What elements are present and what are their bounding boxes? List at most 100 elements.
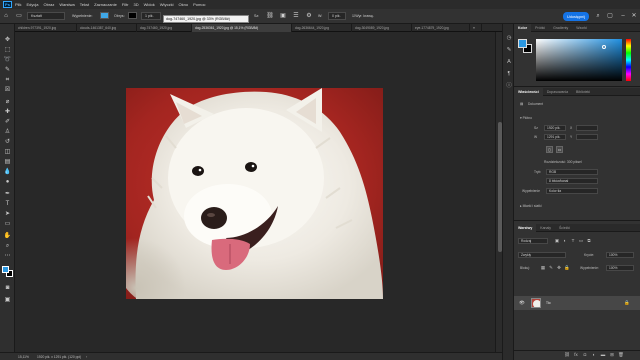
pixel-filter-icon[interactable]: ▣: [554, 238, 560, 244]
quick-mask-icon[interactable]: ◙: [3, 284, 12, 292]
tab-document[interactable]: dog-747460_1920.jpg: [137, 24, 192, 32]
shape-tool-icon[interactable]: ▭: [15, 12, 23, 20]
smart-filter-icon[interactable]: ⧉: [586, 238, 592, 244]
zoom-tool-icon[interactable]: ⌕: [3, 242, 12, 250]
canvas-x-field[interactable]: [576, 125, 598, 131]
color-mode-select[interactable]: RGB: [546, 169, 598, 175]
quick-select-icon[interactable]: ✎: [3, 66, 12, 74]
tab-document[interactable]: clouds-1461387_640.jpg: [77, 24, 137, 32]
gear-icon[interactable]: ⚙: [305, 12, 313, 20]
scrollbar-thumb[interactable]: [497, 122, 502, 252]
tab-document[interactable]: eye-1774879_1920.jpg: [412, 24, 470, 32]
tab-libraries[interactable]: Biblioteki: [572, 88, 594, 96]
layer-kind-filter[interactable]: Rodzaj: [518, 238, 548, 244]
gradient-tool-icon[interactable]: ▤: [3, 158, 12, 166]
menu-select[interactable]: Zaznaczanie: [94, 2, 117, 7]
foreground-color-swatch[interactable]: [2, 266, 9, 273]
paragraph-panel-icon[interactable]: ¶: [505, 70, 513, 78]
artboard-tool-icon[interactable]: ⬚: [3, 46, 12, 54]
eraser-icon[interactable]: ◫: [3, 148, 12, 156]
blur-tool-icon[interactable]: 💧: [3, 168, 12, 176]
hue-slider[interactable]: [626, 39, 631, 81]
tab-document[interactable]: dog-2636644_1920.jpg: [292, 24, 352, 32]
path-ops-icon[interactable]: ▣: [279, 12, 287, 20]
tab-swatches[interactable]: Próbki: [531, 24, 549, 32]
menu-window[interactable]: Okno: [179, 2, 189, 7]
eyedropper-icon[interactable]: ⌀: [3, 98, 12, 106]
tab-active-document[interactable]: dog-2536361_1920.jpg @ 15,1% (RGB/8#): [192, 24, 292, 32]
lock-pixels-icon[interactable]: ▦: [540, 265, 546, 271]
type-tool-icon[interactable]: T: [3, 200, 12, 208]
tab-layers[interactable]: Warstwy: [514, 223, 537, 232]
menu-file[interactable]: Plik: [15, 2, 21, 7]
search-icon[interactable]: ⌕: [594, 12, 602, 20]
link-icon[interactable]: ⛓: [266, 12, 274, 20]
new-layer-icon[interactable]: ⊞: [609, 352, 615, 358]
tab-document[interactable]: dog-3049089_1920.jpg: [352, 24, 412, 32]
opacity-field[interactable]: 100%: [606, 252, 634, 258]
add-mask-icon[interactable]: ◘: [582, 352, 588, 358]
menu-filter[interactable]: Filtr: [122, 2, 129, 7]
tool-mode-select[interactable]: Kształt: [27, 12, 65, 20]
lasso-tool-icon[interactable]: ➰: [3, 56, 12, 64]
layer-fill-field[interactable]: 100%: [606, 265, 634, 271]
hand-tool-icon[interactable]: ✋: [3, 232, 12, 240]
move-tool-icon[interactable]: ✥: [3, 36, 12, 44]
share-button[interactable]: Udostępnij: [563, 12, 589, 21]
new-group-icon[interactable]: ▬: [600, 352, 606, 358]
fg-color-chip[interactable]: [518, 39, 527, 48]
canvas-width-field[interactable]: 1920 pik.: [544, 125, 566, 131]
crop-tool-icon[interactable]: ⌗: [3, 76, 12, 84]
frame-tool-icon[interactable]: ☒: [3, 86, 12, 94]
dodge-tool-icon[interactable]: ●: [3, 178, 12, 186]
stroke-width-field[interactable]: 1 pik.: [141, 12, 161, 20]
status-arrow-icon[interactable]: ›: [86, 355, 87, 359]
workspace-icon[interactable]: ▢: [606, 12, 614, 20]
path-select-icon[interactable]: ➤: [3, 210, 12, 218]
clone-stamp-icon[interactable]: ♙: [3, 128, 12, 136]
canvas-height-field[interactable]: 1291 pik.: [544, 134, 566, 140]
menu-edit[interactable]: Edycja: [26, 2, 38, 7]
dog-photo-image[interactable]: [126, 88, 383, 299]
section-rulers-label[interactable]: ▸ Miarki i siatki: [520, 204, 541, 208]
lock-position-icon[interactable]: ✥: [556, 265, 562, 271]
canvas-y-field[interactable]: [576, 134, 598, 140]
layer-style-icon[interactable]: fx: [573, 352, 579, 358]
healing-brush-icon[interactable]: ✚: [3, 108, 12, 116]
portrait-orientation-icon[interactable]: ▯: [546, 146, 553, 153]
color-picker-cursor[interactable]: [602, 45, 606, 49]
screen-mode-icon[interactable]: ▣: [3, 296, 12, 304]
adjustment-layer-icon[interactable]: ◐: [591, 352, 597, 358]
minimize-icon[interactable]: –: [619, 12, 627, 20]
fill-select[interactable]: Kolor tła: [546, 188, 598, 194]
stroke-color-swatch[interactable]: [128, 12, 137, 19]
tab-channels[interactable]: Kanały: [536, 224, 555, 232]
vertical-scrollbar[interactable]: [495, 32, 502, 352]
color-field[interactable]: [536, 39, 622, 81]
menu-type[interactable]: Tekst: [80, 2, 89, 7]
section-canvas-label[interactable]: ▾ Płótno: [520, 116, 532, 120]
home-icon[interactable]: ⌂: [2, 12, 10, 20]
bit-depth-select[interactable]: 8 bitów/kanał: [546, 178, 598, 184]
layer-name[interactable]: Tło: [546, 301, 551, 305]
tab-paths[interactable]: Ścieżki: [555, 224, 574, 232]
menu-layer[interactable]: Warstwa: [59, 2, 74, 7]
tab-patterns[interactable]: Wzorki: [572, 24, 591, 32]
layer-row[interactable]: 👁 Tło 🔒: [514, 296, 640, 310]
adjustment-filter-icon[interactable]: ◐: [562, 238, 568, 244]
character-panel-icon[interactable]: A: [505, 58, 513, 66]
lock-all-icon[interactable]: 🔒: [564, 265, 570, 271]
radius-field[interactable]: 0 pik.: [328, 12, 346, 20]
brush-tool-icon[interactable]: ✐: [3, 118, 12, 126]
brush-panel-icon[interactable]: ✎: [505, 46, 513, 54]
lock-paint-icon[interactable]: ✎: [548, 265, 554, 271]
info-panel-icon[interactable]: ⓘ: [505, 82, 513, 90]
type-filter-icon[interactable]: T: [570, 238, 576, 244]
link-layers-icon[interactable]: ⛓: [564, 352, 570, 358]
menu-3d[interactable]: 3D: [134, 2, 139, 7]
tab-adjustments[interactable]: Dopasowania: [543, 88, 572, 96]
path-align-icon[interactable]: ☰: [292, 12, 300, 20]
close-icon[interactable]: ✕: [630, 12, 638, 20]
shape-filter-icon[interactable]: ▭: [578, 238, 584, 244]
tab-gradients[interactable]: Gradienty: [549, 24, 572, 32]
